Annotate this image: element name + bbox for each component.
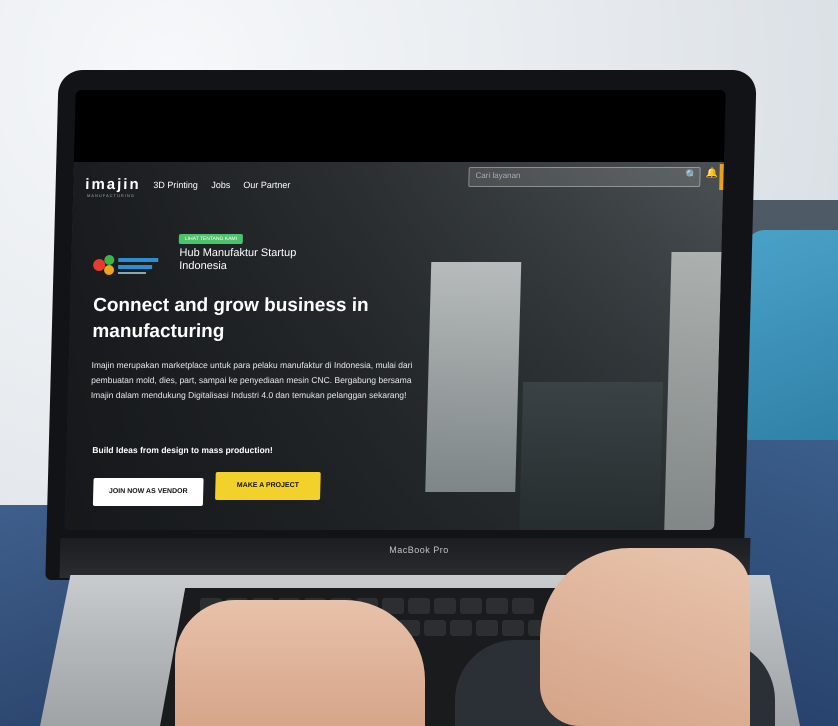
- key: [460, 598, 482, 614]
- right-hand: [540, 548, 750, 726]
- site-navbar: imajin MANUFACTURING 3D Printing Jobs Ou…: [73, 162, 726, 206]
- key: [476, 620, 498, 636]
- key: [434, 598, 456, 614]
- key: [486, 598, 508, 614]
- left-hand: [175, 600, 425, 726]
- hero-background: [64, 162, 724, 530]
- key: [512, 598, 534, 614]
- partner-title: Hub Manufaktur Startup Indonesia: [178, 247, 297, 272]
- key: [450, 620, 472, 636]
- search-placeholder: Cari layanan: [475, 171, 521, 180]
- join-vendor-button[interactable]: JOIN NOW AS VENDOR: [92, 478, 204, 506]
- key: [424, 620, 446, 636]
- nav-link-3d-printing[interactable]: 3D Printing: [153, 180, 198, 190]
- search-icon[interactable]: 🔍: [684, 169, 698, 183]
- bell-icon[interactable]: 🔔: [705, 168, 718, 179]
- site-logo-subtext: MANUFACTURING: [86, 193, 135, 198]
- blue-pillow: [745, 230, 838, 450]
- nav-link-our-partner[interactable]: Our Partner: [243, 180, 290, 190]
- cnc-machine: [425, 262, 522, 492]
- hero-tagline: Build Ideas from design to mass producti…: [92, 445, 273, 455]
- nav-link-jobs[interactable]: Jobs: [211, 180, 230, 190]
- search-input[interactable]: Cari layanan: [468, 167, 701, 187]
- site-logo[interactable]: imajin: [85, 176, 141, 193]
- partner-logo: [93, 255, 159, 275]
- laptop-screen: imajin MANUFACTURING 3D Printing Jobs Ou…: [64, 90, 726, 530]
- hero-description: Imajin merupakan marketplace untuk para …: [90, 360, 413, 400]
- hero-headline: Connect and grow business in manufacturi…: [92, 295, 369, 342]
- key: [408, 598, 430, 614]
- make-project-button[interactable]: MAKE A PROJECT: [215, 472, 321, 500]
- key: [502, 620, 524, 636]
- about-badge[interactable]: LIHAT TENTANG KAMI: [178, 234, 244, 244]
- cnc-machine: [662, 252, 722, 530]
- cnc-machine: [517, 382, 664, 530]
